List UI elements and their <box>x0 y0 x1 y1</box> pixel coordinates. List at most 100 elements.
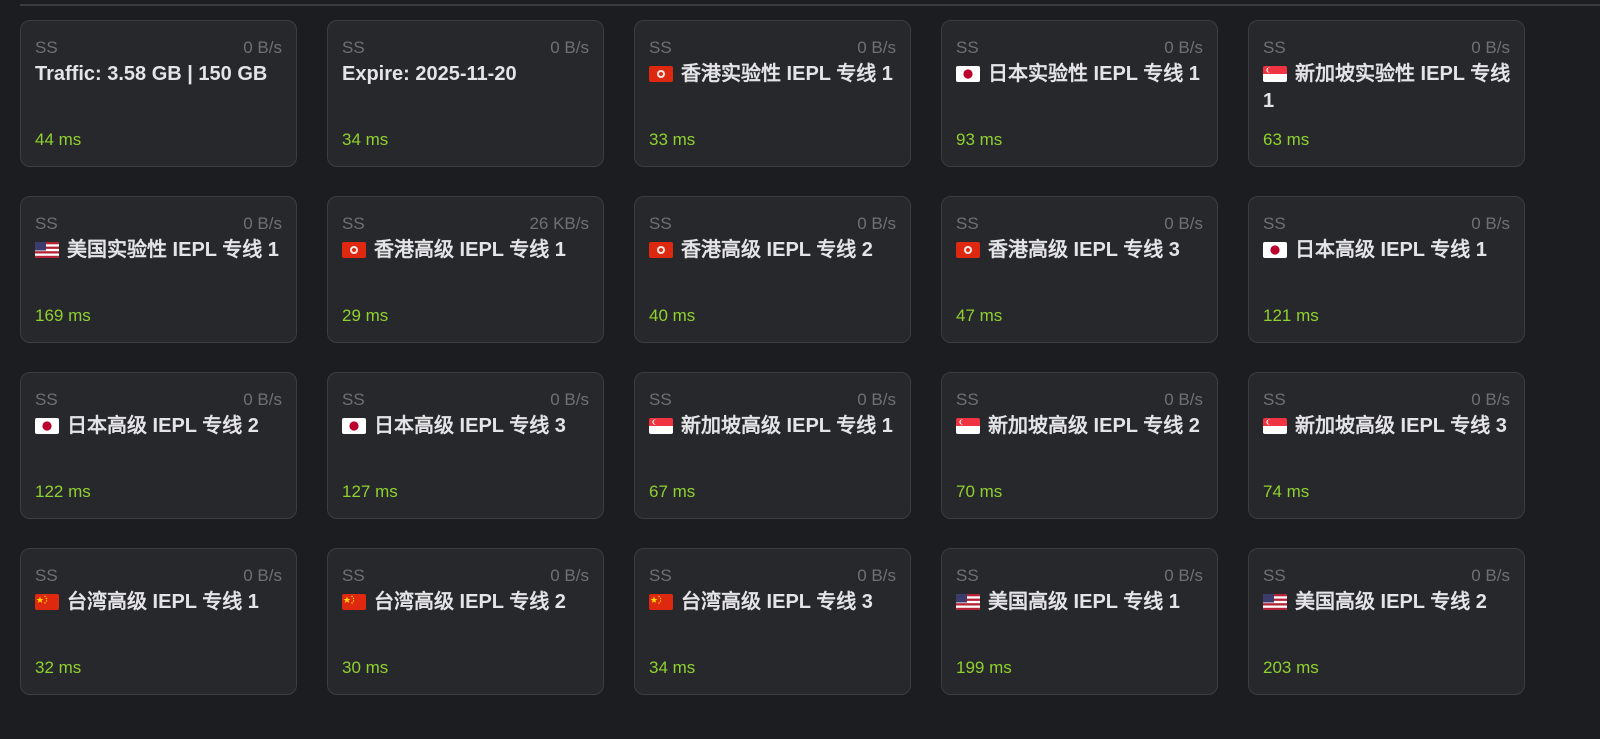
us-flag-icon <box>1263 594 1287 610</box>
proxy-latency-label: 169 ms <box>35 306 91 325</box>
proxy-type-label: SS <box>342 38 365 57</box>
proxy-card-1[interactable]: SS 0 B/s Traffic: 3.58 GB | 150 GB 44 ms <box>20 20 297 167</box>
proxy-type-label: SS <box>1263 566 1286 585</box>
cn-flag-icon <box>649 594 673 610</box>
proxy-card-20[interactable]: SS 0 B/s 美国高级 IEPL 专线 2 203 ms <box>1248 548 1525 695</box>
proxy-latency-label: 203 ms <box>1263 658 1319 677</box>
proxy-name: 香港实验性 IEPL 专线 1 <box>649 61 898 88</box>
proxy-card-10[interactable]: SS 0 B/s 日本高级 IEPL 专线 1 121 ms <box>1248 196 1525 343</box>
proxy-name-text: 台湾高级 IEPL 专线 2 <box>374 591 566 613</box>
proxy-name-text: Traffic: 3.58 GB | 150 GB <box>35 63 268 85</box>
proxy-card-12[interactable]: SS 0 B/s 日本高级 IEPL 专线 3 127 ms <box>327 372 604 519</box>
proxy-speed-label: 0 B/s <box>550 566 589 585</box>
proxy-name: 美国高级 IEPL 专线 1 <box>956 589 1205 616</box>
proxy-card-4[interactable]: SS 0 B/s 日本实验性 IEPL 专线 1 93 ms <box>941 20 1218 167</box>
proxy-name-text: 美国实验性 IEPL 专线 1 <box>67 239 279 261</box>
proxy-type-label: SS <box>649 390 672 409</box>
proxy-type-label: SS <box>956 390 979 409</box>
proxy-type-label: SS <box>342 390 365 409</box>
proxy-name: 日本高级 IEPL 专线 1 <box>1263 237 1512 264</box>
proxy-card-13[interactable]: SS 0 B/s 新加坡高级 IEPL 专线 1 67 ms <box>634 372 911 519</box>
proxy-latency-label: 30 ms <box>342 658 389 677</box>
proxy-name-text: 香港高级 IEPL 专线 1 <box>374 239 566 261</box>
proxy-latency-label: 34 ms <box>342 130 389 149</box>
proxy-name: Traffic: 3.58 GB | 150 GB <box>35 61 284 88</box>
proxy-latency-label: 74 ms <box>1263 482 1310 501</box>
proxy-name: 新加坡高级 IEPL 专线 3 <box>1263 413 1512 440</box>
proxy-card-3[interactable]: SS 0 B/s 香港实验性 IEPL 专线 1 33 ms <box>634 20 911 167</box>
cn-flag-icon <box>35 594 59 610</box>
proxy-name: 新加坡高级 IEPL 专线 1 <box>649 413 898 440</box>
proxy-card-17[interactable]: SS 0 B/s 台湾高级 IEPL 专线 2 30 ms <box>327 548 604 695</box>
proxy-latency-label: 122 ms <box>35 482 91 501</box>
sg-flag-icon <box>649 418 673 434</box>
sg-flag-icon <box>956 418 980 434</box>
proxy-card-11[interactable]: SS 0 B/s 日本高级 IEPL 专线 2 122 ms <box>20 372 297 519</box>
proxy-type-label: SS <box>956 566 979 585</box>
proxy-name: 日本实验性 IEPL 专线 1 <box>956 61 1205 88</box>
proxy-card-6[interactable]: SS 0 B/s 美国实验性 IEPL 专线 1 169 ms <box>20 196 297 343</box>
proxy-latency-label: 40 ms <box>649 306 696 325</box>
proxy-latency-label: 34 ms <box>649 658 696 677</box>
proxy-speed-label: 0 B/s <box>857 566 896 585</box>
proxy-name: 台湾高级 IEPL 专线 1 <box>35 589 284 616</box>
proxy-card-8[interactable]: SS 0 B/s 香港高级 IEPL 专线 2 40 ms <box>634 196 911 343</box>
proxy-name-text: 美国高级 IEPL 专线 1 <box>988 591 1180 613</box>
proxy-latency-label: 63 ms <box>1263 130 1310 149</box>
jp-flag-icon <box>342 418 366 434</box>
proxy-name: Expire: 2025-11-20 <box>342 61 591 88</box>
us-flag-icon <box>956 594 980 610</box>
proxy-speed-label: 0 B/s <box>857 390 896 409</box>
proxy-speed-label: 0 B/s <box>1164 566 1203 585</box>
proxy-name: 台湾高级 IEPL 专线 3 <box>649 589 898 616</box>
proxy-latency-label: 29 ms <box>342 306 389 325</box>
proxy-latency-label: 47 ms <box>956 306 1003 325</box>
proxy-speed-label: 0 B/s <box>857 38 896 57</box>
us-flag-icon <box>35 242 59 258</box>
jp-flag-icon <box>956 66 980 82</box>
proxy-name: 新加坡高级 IEPL 专线 2 <box>956 413 1205 440</box>
proxy-card-7[interactable]: SS 26 KB/s 香港高级 IEPL 专线 1 29 ms <box>327 196 604 343</box>
sg-flag-icon <box>1263 66 1287 82</box>
proxy-type-label: SS <box>1263 38 1286 57</box>
proxy-name: 台湾高级 IEPL 专线 2 <box>342 589 591 616</box>
proxy-type-label: SS <box>35 38 58 57</box>
proxy-name-text: 美国高级 IEPL 专线 2 <box>1295 591 1487 613</box>
proxy-latency-label: 32 ms <box>35 658 82 677</box>
proxy-card-5[interactable]: SS 0 B/s 新加坡实验性 IEPL 专线 1 63 ms <box>1248 20 1525 167</box>
proxy-name-text: 台湾高级 IEPL 专线 3 <box>681 591 873 613</box>
sg-flag-icon <box>1263 418 1287 434</box>
proxy-grid: SS 0 B/s Traffic: 3.58 GB | 150 GB 44 ms… <box>20 20 1525 695</box>
proxy-card-18[interactable]: SS 0 B/s 台湾高级 IEPL 专线 3 34 ms <box>634 548 911 695</box>
proxy-speed-label: 0 B/s <box>550 38 589 57</box>
proxy-card-2[interactable]: SS 0 B/s Expire: 2025-11-20 34 ms <box>327 20 604 167</box>
proxy-name-text: 日本高级 IEPL 专线 3 <box>374 415 566 437</box>
proxy-type-label: SS <box>649 214 672 233</box>
proxy-latency-label: 93 ms <box>956 130 1003 149</box>
proxy-name-text: 香港高级 IEPL 专线 3 <box>988 239 1180 261</box>
proxy-name-text: 日本高级 IEPL 专线 1 <box>1295 239 1487 261</box>
proxy-latency-label: 44 ms <box>35 130 82 149</box>
proxy-latency-label: 33 ms <box>649 130 696 149</box>
proxy-speed-label: 0 B/s <box>243 566 282 585</box>
proxy-card-14[interactable]: SS 0 B/s 新加坡高级 IEPL 专线 2 70 ms <box>941 372 1218 519</box>
proxy-speed-label: 0 B/s <box>1164 390 1203 409</box>
jp-flag-icon <box>35 418 59 434</box>
proxy-type-label: SS <box>649 566 672 585</box>
proxy-type-label: SS <box>35 214 58 233</box>
proxy-card-16[interactable]: SS 0 B/s 台湾高级 IEPL 专线 1 32 ms <box>20 548 297 695</box>
proxy-speed-label: 0 B/s <box>1164 38 1203 57</box>
proxy-card-15[interactable]: SS 0 B/s 新加坡高级 IEPL 专线 3 74 ms <box>1248 372 1525 519</box>
proxy-type-label: SS <box>956 38 979 57</box>
proxy-speed-label: 0 B/s <box>243 214 282 233</box>
proxy-latency-label: 67 ms <box>649 482 696 501</box>
proxy-name-text: 新加坡实验性 IEPL 专线 1 <box>1263 63 1511 112</box>
hk-flag-icon <box>649 66 673 82</box>
proxy-speed-label: 0 B/s <box>550 390 589 409</box>
proxy-latency-label: 127 ms <box>342 482 398 501</box>
proxy-card-19[interactable]: SS 0 B/s 美国高级 IEPL 专线 1 199 ms <box>941 548 1218 695</box>
proxy-name: 香港高级 IEPL 专线 1 <box>342 237 591 264</box>
proxy-name-text: 香港高级 IEPL 专线 2 <box>681 239 873 261</box>
hk-flag-icon <box>956 242 980 258</box>
proxy-card-9[interactable]: SS 0 B/s 香港高级 IEPL 专线 3 47 ms <box>941 196 1218 343</box>
